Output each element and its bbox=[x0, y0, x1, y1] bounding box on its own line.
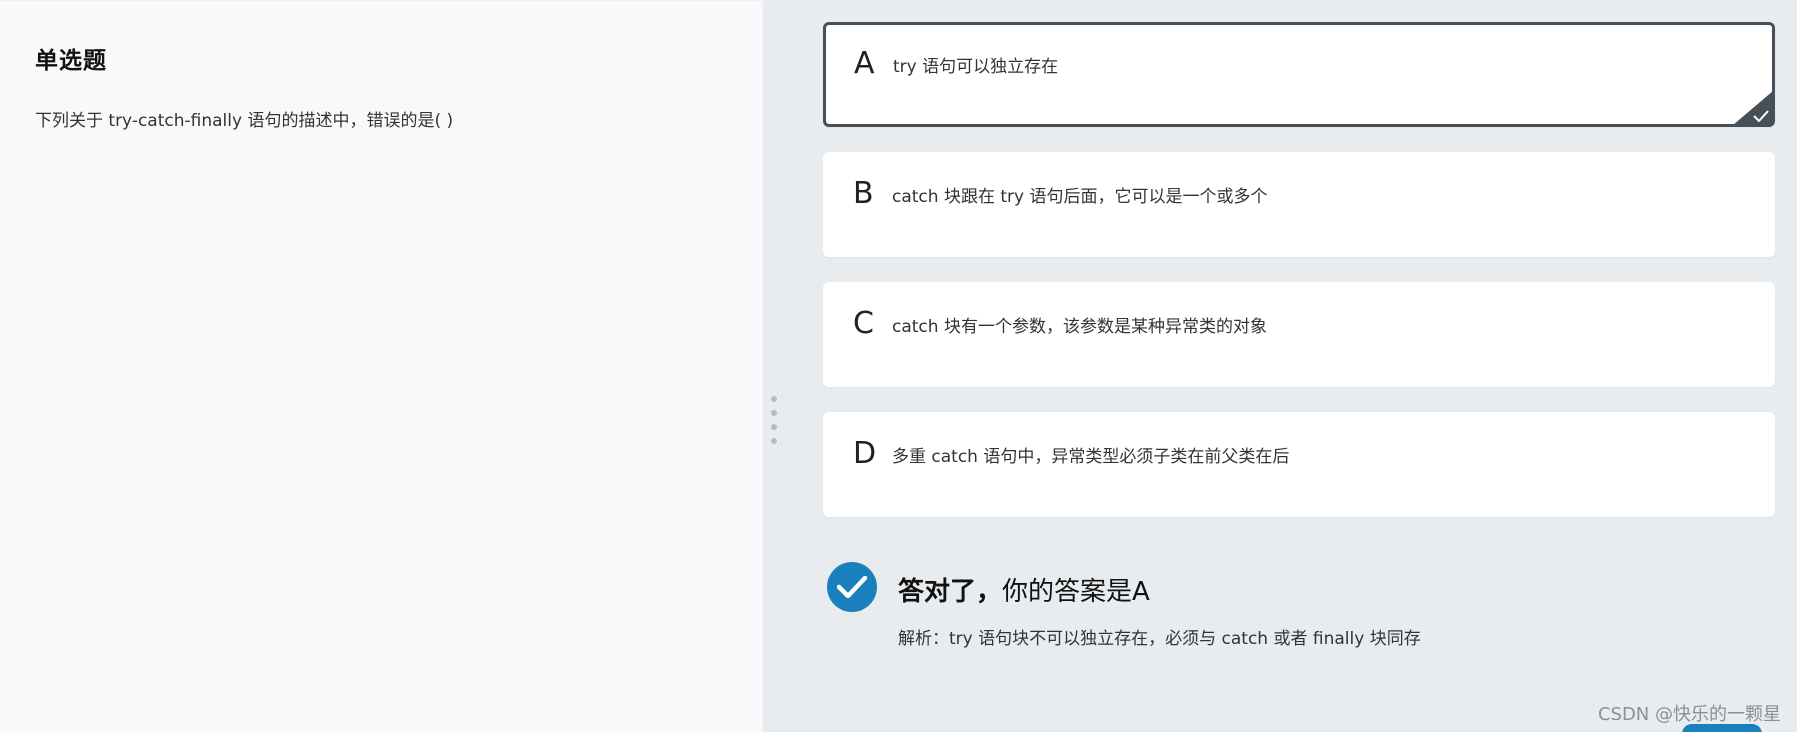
drag-handle-icon[interactable] bbox=[769, 396, 779, 444]
option-text: try 语句可以独立存在 bbox=[893, 57, 1059, 77]
option-b[interactable]: B catch 块跟在 try 语句后面，它可以是一个或多个 bbox=[823, 152, 1775, 257]
analysis-text: 解析：try 语句块不可以独立存在，必须与 catch 或者 finally 块… bbox=[898, 629, 1421, 649]
answer-result: 答对了，你的答案是A 解析：try 语句块不可以独立存在，必须与 catch 或… bbox=[827, 562, 1727, 662]
handle-dot bbox=[771, 424, 777, 430]
question-pane: 单选题 下列关于 try-catch-finally 语句的描述中，错误的是( … bbox=[0, 0, 763, 732]
result-title-strong: 答对了， bbox=[898, 577, 1003, 607]
handle-dot bbox=[771, 410, 777, 416]
option-c[interactable]: C catch 块有一个参数，该参数是某种异常类的对象 bbox=[823, 282, 1775, 387]
option-letter: B bbox=[853, 176, 874, 211]
question-type-label: 单选题 bbox=[35, 48, 107, 74]
option-letter: D bbox=[853, 436, 877, 471]
handle-dot bbox=[771, 396, 777, 402]
quiz-page: 单选题 下列关于 try-catch-finally 语句的描述中，错误的是( … bbox=[0, 0, 1797, 732]
question-text: 下列关于 try-catch-finally 语句的描述中，错误的是( ) bbox=[35, 111, 454, 131]
handle-dot bbox=[771, 438, 777, 444]
option-letter: C bbox=[853, 306, 874, 341]
option-text: 多重 catch 语句中，异常类型必须子类在前父类在后 bbox=[892, 447, 1290, 467]
option-letter: A bbox=[854, 46, 875, 81]
option-text: catch 块跟在 try 语句后面，它可以是一个或多个 bbox=[892, 187, 1268, 207]
result-title-rest: 你的答案是A bbox=[1002, 577, 1150, 607]
checkmark-icon bbox=[1753, 110, 1769, 122]
result-title: 答对了，你的答案是A bbox=[898, 571, 1150, 608]
answer-pane: A try 语句可以独立存在 B catch 块跟在 try 语句后面，它可以是… bbox=[763, 0, 1797, 732]
option-d[interactable]: D 多重 catch 语句中，异常类型必须子类在前父类在后 bbox=[823, 412, 1775, 517]
check-circle-icon bbox=[827, 562, 877, 612]
option-a[interactable]: A try 语句可以独立存在 bbox=[823, 22, 1775, 127]
watermark: CSDN @快乐的一颗星 bbox=[1597, 704, 1781, 725]
option-text: catch 块有一个参数，该参数是某种异常类的对象 bbox=[892, 317, 1267, 337]
selected-corner-badge bbox=[1733, 91, 1773, 125]
